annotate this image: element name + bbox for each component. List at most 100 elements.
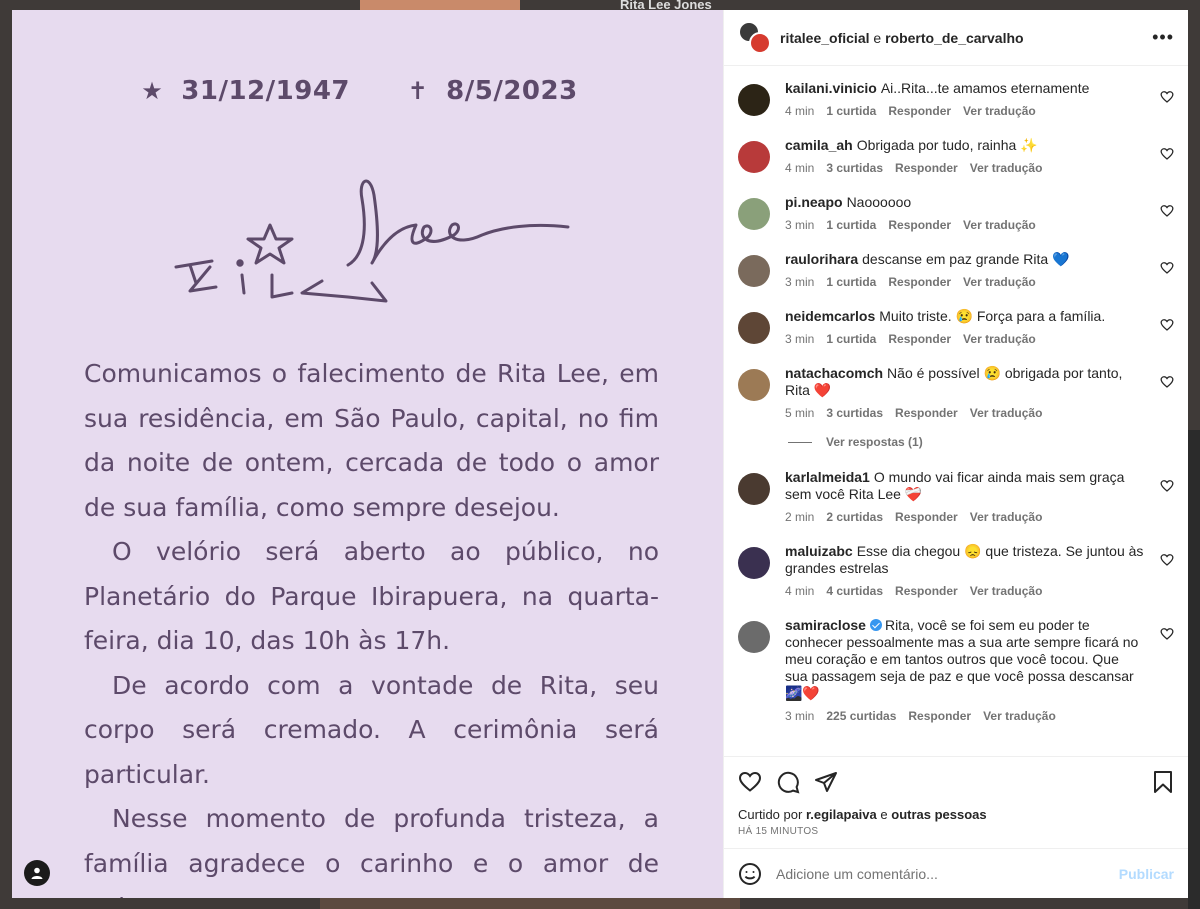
comment-body: natachacomch Não é possível 😢 obrigada po…: [785, 365, 1174, 420]
more-horizontal-icon[interactable]: •••: [1152, 27, 1174, 48]
comment-username[interactable]: karlalmeida1: [785, 469, 870, 485]
translate-button[interactable]: Ver tradução: [963, 218, 1036, 232]
author-connector: e: [873, 29, 882, 46]
reply-button[interactable]: Responder: [888, 275, 951, 289]
comment-item: natachacomch Não é possível 😢 obrigada po…: [738, 365, 1174, 420]
comment-likes[interactable]: 225 curtidas: [826, 709, 896, 723]
heart-icon[interactable]: [1160, 627, 1174, 641]
translate-button[interactable]: Ver tradução: [983, 709, 1056, 723]
avatar[interactable]: [738, 369, 770, 401]
comment-body: kailani.vinicio Ai..Rita...te amamos eter…: [785, 80, 1174, 118]
reply-button[interactable]: Responder: [888, 218, 951, 232]
comment-time[interactable]: 3 min: [785, 218, 814, 232]
translate-button[interactable]: Ver tradução: [963, 275, 1036, 289]
heart-icon[interactable]: [738, 770, 762, 794]
comment-username[interactable]: maluizabc: [785, 543, 853, 559]
bookmark-icon[interactable]: [1152, 770, 1174, 794]
heart-icon[interactable]: [1160, 318, 1174, 332]
liker-link[interactable]: r.egilapaiva: [806, 807, 877, 822]
comment-item: pi.neapo Naoooooo 3 min 1 curtida Responder V…: [738, 194, 1174, 232]
heart-icon[interactable]: [1160, 204, 1174, 218]
translate-button[interactable]: Ver tradução: [970, 510, 1043, 524]
comment-time[interactable]: 4 min: [785, 161, 814, 175]
likes-summary: Curtido por r.egilapaiva e outras pessoa…: [738, 807, 1174, 822]
birth-date: ★ 31/12/1947: [141, 76, 366, 106]
comment-input[interactable]: [776, 865, 1119, 882]
birth-date-text: 31/12/1947: [181, 76, 350, 106]
heart-icon[interactable]: [1160, 479, 1174, 493]
publish-button[interactable]: Publicar: [1119, 866, 1174, 882]
comment-icon[interactable]: [776, 770, 800, 794]
comment-likes[interactable]: 3 curtidas: [826, 161, 883, 175]
avatar[interactable]: [738, 621, 770, 653]
comment-likes[interactable]: 2 curtidas: [826, 510, 883, 524]
likes-others-link[interactable]: outras pessoas: [891, 807, 986, 822]
comment-time[interactable]: 3 min: [785, 275, 814, 289]
view-replies-button[interactable]: Ver respostas (1): [788, 435, 1174, 449]
comment-username[interactable]: neidemcarlos: [785, 308, 875, 324]
comment-body: maluizabc Esse dia chegou 😞 que tristeza.…: [785, 543, 1174, 598]
tagged-users-button[interactable]: [24, 860, 50, 886]
comment-likes[interactable]: 1 curtida: [826, 332, 876, 346]
heart-icon[interactable]: [1160, 90, 1174, 104]
translate-button[interactable]: Ver tradução: [970, 161, 1043, 175]
translate-button[interactable]: Ver tradução: [970, 584, 1043, 598]
avatar[interactable]: [749, 31, 771, 54]
comment-likes[interactable]: 1 curtida: [826, 104, 876, 118]
comment-text-line: samiraclose Rita, você se foi sem eu pode…: [785, 617, 1144, 702]
reply-button[interactable]: Responder: [888, 332, 951, 346]
heart-icon[interactable]: [1160, 261, 1174, 275]
translate-button[interactable]: Ver tradução: [963, 104, 1036, 118]
comments-list: kailani.vinicio Ai..Rita...te amamos eter…: [724, 66, 1188, 756]
comment-likes[interactable]: 3 curtidas: [826, 406, 883, 420]
comment-text-line: raulorihara descanse em paz grande Rita 💙: [785, 251, 1144, 268]
comment-meta: 3 min 1 curtida Responder Ver tradução: [785, 218, 1144, 232]
comment-body: pi.neapo Naoooooo 3 min 1 curtida Responder V…: [785, 194, 1174, 232]
comment-time[interactable]: 4 min: [785, 584, 814, 598]
author-link[interactable]: ritalee_oficial: [780, 30, 870, 46]
avatar[interactable]: [738, 547, 770, 579]
send-icon[interactable]: [814, 770, 838, 794]
comment-username[interactable]: camila_ah: [785, 137, 853, 153]
comment-username[interactable]: pi.neapo: [785, 194, 843, 210]
avatar[interactable]: [738, 84, 770, 116]
comment-likes[interactable]: 1 curtida: [826, 275, 876, 289]
reply-button[interactable]: Responder: [895, 406, 958, 420]
reply-button[interactable]: Responder: [888, 104, 951, 118]
post-timestamp[interactable]: HÁ 15 MINUTOS: [738, 826, 1174, 837]
comment-text-line: maluizabc Esse dia chegou 😞 que tristeza.…: [785, 543, 1144, 577]
comment-likes[interactable]: 1 curtida: [826, 218, 876, 232]
comment-username[interactable]: samiraclose: [785, 617, 866, 633]
signature-image: [174, 179, 570, 303]
reply-button[interactable]: Responder: [908, 709, 971, 723]
comment-username[interactable]: raulorihara: [785, 251, 858, 267]
reply-button[interactable]: Responder: [895, 510, 958, 524]
emoji-icon[interactable]: [738, 862, 762, 886]
reply-button[interactable]: Responder: [895, 584, 958, 598]
comment-likes[interactable]: 4 curtidas: [826, 584, 883, 598]
translate-button[interactable]: Ver tradução: [963, 332, 1036, 346]
comment-text: Naoooooo: [846, 194, 912, 210]
avatar[interactable]: [738, 255, 770, 287]
comment-time[interactable]: 4 min: [785, 104, 814, 118]
comment-username[interactable]: natachacomch: [785, 365, 883, 381]
comment-time[interactable]: 2 min: [785, 510, 814, 524]
reply-button[interactable]: Responder: [895, 161, 958, 175]
heart-icon[interactable]: [1160, 147, 1174, 161]
comment-time[interactable]: 5 min: [785, 406, 814, 420]
collab-avatars[interactable]: [738, 20, 772, 55]
avatar[interactable]: [738, 141, 770, 173]
avatar[interactable]: [738, 312, 770, 344]
comment-time[interactable]: 3 min: [785, 332, 814, 346]
post-image[interactable]: ★ 31/12/1947 ✝ 8/5/2023 Comunicamos o fale…: [12, 10, 723, 898]
author-link[interactable]: roberto_de_carvalho: [885, 30, 1024, 46]
avatar[interactable]: [738, 198, 770, 230]
comment-time[interactable]: 3 min: [785, 709, 814, 723]
comment-meta: 5 min 3 curtidas Responder Ver tradução: [785, 406, 1144, 420]
avatar[interactable]: [738, 473, 770, 505]
comment-item: kailani.vinicio Ai..Rita...te amamos eter…: [738, 80, 1174, 118]
translate-button[interactable]: Ver tradução: [970, 406, 1043, 420]
comment-username[interactable]: kailani.vinicio: [785, 80, 877, 96]
heart-icon[interactable]: [1160, 553, 1174, 567]
heart-icon[interactable]: [1160, 375, 1174, 389]
